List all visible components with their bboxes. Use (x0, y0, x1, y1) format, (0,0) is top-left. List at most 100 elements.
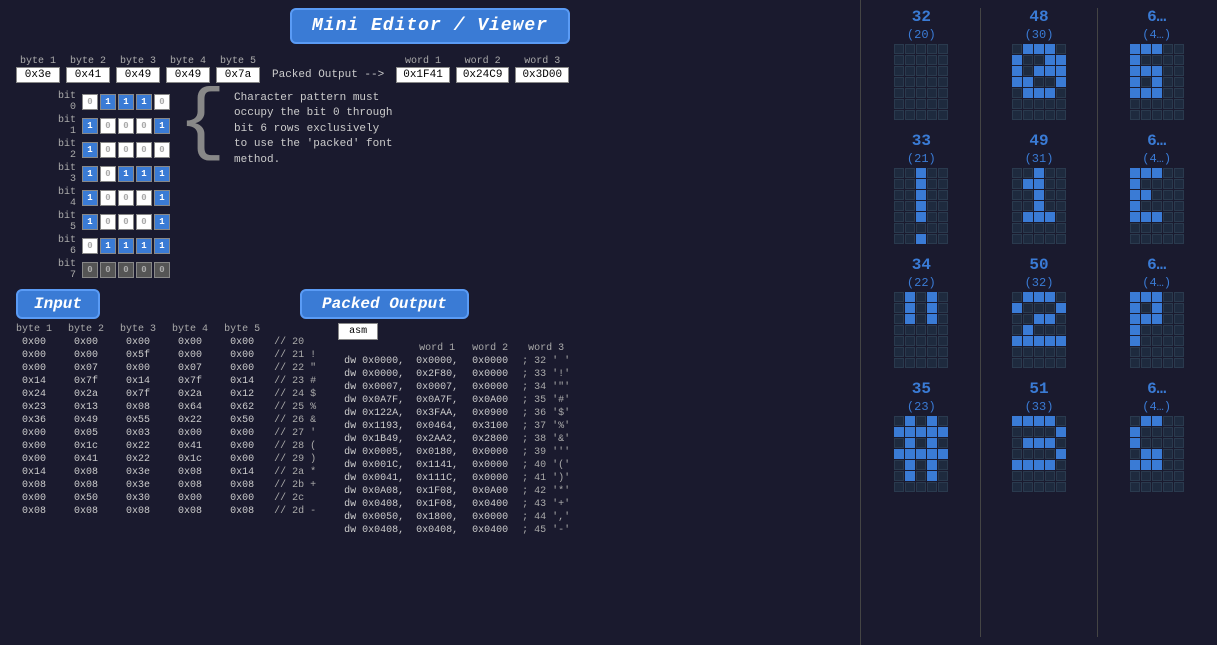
pixel-cell (1141, 325, 1151, 335)
pixel-cell (1045, 168, 1055, 178)
pixel-cell (1174, 190, 1184, 200)
input-cell: 0x1c (164, 453, 216, 466)
table-row: 0x000x1c0x220x410x00// 28 ( (8, 440, 322, 453)
bit-cell[interactable]: 0 (100, 118, 116, 134)
pixel-cell (916, 55, 926, 65)
bit-cell[interactable]: 0 (154, 262, 170, 278)
bit-cell[interactable]: 1 (154, 238, 170, 254)
bit-cell[interactable]: 1 (154, 190, 170, 206)
bit-cell[interactable]: 1 (118, 238, 134, 254)
char-number: 51 (1029, 380, 1048, 398)
pixel-grid (1130, 168, 1184, 244)
bit-cell[interactable]: 1 (136, 166, 152, 182)
bit-cell[interactable]: 0 (118, 118, 134, 134)
bit-cell[interactable]: 0 (118, 142, 134, 158)
pixel-cell (1152, 168, 1162, 178)
pixel-cell (1163, 416, 1173, 426)
pixel-cell (1141, 110, 1151, 120)
bit-cell[interactable]: 0 (154, 142, 170, 158)
bit-cell[interactable]: 0 (136, 118, 152, 134)
pixel-cell (938, 449, 948, 459)
bit-cell[interactable]: 0 (100, 262, 116, 278)
table-row: 0x080x080x3e0x080x08// 2b + (8, 479, 322, 492)
pixel-cell (927, 223, 937, 233)
bit-cell[interactable]: 1 (82, 166, 98, 182)
byte1-value[interactable]: 0x3e (16, 67, 60, 83)
pixel-grid (1130, 292, 1184, 368)
pixel-cell (1045, 303, 1055, 313)
table-row: 0x140x7f0x140x7f0x14// 23 # (8, 375, 322, 388)
input-cell: 0x00 (8, 427, 60, 440)
bit-row-label: bit 4 (48, 187, 76, 209)
bit-cell[interactable]: 0 (136, 214, 152, 230)
input-cell: 0x08 (216, 505, 268, 518)
byte2-value[interactable]: 0x41 (66, 67, 110, 83)
pixel-cell (1152, 427, 1162, 437)
bit-cell[interactable]: 0 (82, 262, 98, 278)
word1-value[interactable]: 0x1F41 (396, 67, 450, 83)
pixel-cell (1012, 471, 1022, 481)
bit-cell[interactable]: 0 (100, 166, 116, 182)
bit-cell[interactable]: 1 (118, 166, 134, 182)
bit-cell[interactable]: 1 (82, 142, 98, 158)
bit-cell[interactable]: 0 (100, 214, 116, 230)
pixel-cell (894, 325, 904, 335)
pixel-cell (1141, 438, 1151, 448)
pixel-cell (1056, 110, 1066, 120)
pixel-cell (894, 77, 904, 87)
output-comment: ; 37 '%' (516, 420, 576, 433)
pixel-grid (1012, 168, 1066, 244)
bit-cell[interactable]: 1 (154, 214, 170, 230)
bit-cell[interactable]: 1 (82, 190, 98, 206)
bit-cell[interactable]: 1 (154, 118, 170, 134)
pixel-cell (1163, 303, 1173, 313)
word3-value[interactable]: 0x3D00 (515, 67, 569, 83)
bit-cell[interactable]: 0 (154, 94, 170, 110)
bit-cell[interactable]: 1 (154, 166, 170, 182)
output-comment: ; 41 ')' (516, 472, 576, 485)
pixel-cell (1034, 55, 1044, 65)
pixel-cell (1130, 44, 1140, 54)
pixel-cell (1141, 482, 1151, 492)
bit-cell[interactable]: 1 (118, 94, 134, 110)
bit-cell[interactable]: 0 (136, 262, 152, 278)
asm-tab[interactable]: asm (338, 323, 378, 340)
byte3-value[interactable]: 0x49 (116, 67, 160, 83)
pixel-cell (1152, 449, 1162, 459)
table-row: 0x000x070x000x070x00// 22 " (8, 362, 322, 375)
bit-cell[interactable]: 0 (136, 190, 152, 206)
bit-cell[interactable]: 0 (82, 238, 98, 254)
bit-cell[interactable]: 0 (82, 94, 98, 110)
pixel-cell (1056, 55, 1066, 65)
bit-cell[interactable]: 1 (82, 118, 98, 134)
pixel-cell (1130, 438, 1140, 448)
pixel-cell (1012, 110, 1022, 120)
word2-value[interactable]: 0x24C9 (456, 67, 510, 83)
bit-cell[interactable]: 0 (118, 190, 134, 206)
bit-cell[interactable]: 1 (100, 238, 116, 254)
bit-cell[interactable]: 1 (100, 94, 116, 110)
bit-cell[interactable]: 1 (136, 94, 152, 110)
pixel-cell (1023, 427, 1033, 437)
bit-cell[interactable]: 0 (100, 142, 116, 158)
pixel-cell (1130, 223, 1140, 233)
bit-cell[interactable]: 1 (82, 214, 98, 230)
char-entry: 50(32) (1012, 256, 1066, 368)
pixel-cell (1130, 347, 1140, 357)
bit-cell[interactable]: 0 (100, 190, 116, 206)
input-col-header: byte 2 (60, 323, 112, 336)
output-comment: ; 43 '+' (516, 498, 576, 511)
bit-cell[interactable]: 1 (136, 238, 152, 254)
input-comment: // 25 % (268, 401, 322, 414)
pixel-cell (916, 88, 926, 98)
output-cell: 0x0000 (464, 446, 516, 459)
pixel-cell (1045, 110, 1055, 120)
bit-cell[interactable]: 0 (118, 262, 134, 278)
pixel-cell (1045, 88, 1055, 98)
bit-cell[interactable]: 0 (136, 142, 152, 158)
bit-cell[interactable]: 0 (118, 214, 134, 230)
pixel-cell (1174, 416, 1184, 426)
pixel-cell (905, 190, 915, 200)
input-cell: 0x08 (60, 466, 112, 479)
pixel-cell (905, 201, 915, 211)
